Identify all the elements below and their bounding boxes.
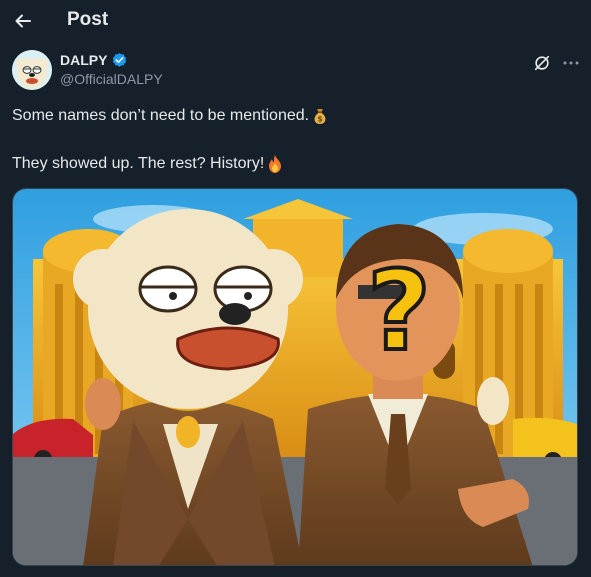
- display-name[interactable]: DALPY: [60, 52, 107, 68]
- tweet-line: Some names don’t need to be mentioned. $: [12, 104, 572, 128]
- more-icon: [563, 61, 579, 65]
- svg-text:$: $: [317, 115, 323, 124]
- tweet-line-2: They showed up. The rest? History!: [12, 155, 265, 172]
- author-handle[interactable]: @OfficialDALPY: [60, 71, 163, 87]
- grok-icon: [534, 55, 550, 71]
- verified-badge-icon: [113, 52, 127, 67]
- back-arrow-icon: [15, 14, 31, 28]
- grok-button[interactable]: [531, 52, 553, 74]
- svg-text:?: ?: [367, 247, 431, 375]
- avatar[interactable]: [12, 50, 52, 90]
- fire-icon: [269, 155, 282, 173]
- display-name-row: DALPY: [60, 51, 163, 69]
- page-title: Post: [67, 9, 109, 30]
- author-names: DALPY @OfficialDALPY: [60, 51, 163, 87]
- tweet-line: They showed up. The rest? History!: [12, 152, 572, 176]
- tweet-line-1: Some names don’t need to be mentioned.: [12, 107, 310, 124]
- post-image[interactable]: ?: [12, 188, 578, 566]
- more-button[interactable]: [559, 52, 583, 74]
- avatar-image: [12, 50, 52, 90]
- tweet-text: Some names don’t need to be mentioned. $…: [12, 104, 572, 176]
- post-header: Post: [0, 0, 591, 42]
- back-button[interactable]: [10, 8, 36, 34]
- author-row: DALPY @OfficialDALPY: [12, 50, 579, 92]
- money-bag-icon: $: [314, 109, 326, 124]
- illustration: ?: [13, 189, 577, 565]
